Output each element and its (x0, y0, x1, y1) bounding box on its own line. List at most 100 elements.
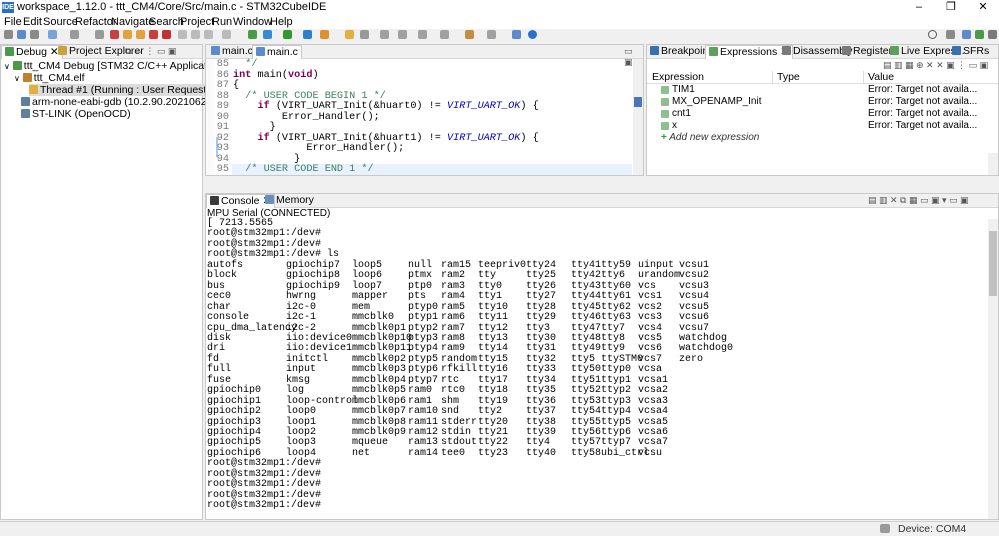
console-toolbar[interactable]: ▤ ▥ ✕ ⧉ ▦ ▭ ▣ ▾ ▭ ▣ (868, 195, 969, 206)
close-button[interactable]: ✕ (967, 0, 999, 15)
tab-sfrs-label: SFRs (963, 45, 990, 57)
next-annotation-icon[interactable] (398, 30, 407, 39)
step-return-icon[interactable] (204, 30, 213, 39)
expand-icon[interactable]: ∨ (4, 62, 10, 71)
device-status: Device: COM4 (898, 523, 967, 535)
search-toolbar-icon[interactable] (360, 30, 369, 39)
tab-sfrs[interactable]: SFRs (949, 45, 992, 58)
build-icon[interactable] (48, 30, 57, 39)
menu-navigate[interactable]: Navigate (111, 15, 154, 29)
tree-launch[interactable]: ∨ ttt_CM4 Debug [STM32 C/C++ Application… (4, 60, 224, 72)
tree-gdb-label: arm-none-eabi-gdb (10.2.90.20210621) (32, 96, 216, 108)
expressions-toolbar[interactable]: ▤ ▥ ▦ ⊕ ✕ ✕ ▣ ⋮ ▭ ▣ (883, 60, 988, 71)
code-text: int main(void) (233, 69, 319, 81)
terminal-output[interactable]: [ 7213.5565 root@stm32mp1:/dev# root@stm32… (207, 218, 987, 519)
tab-debug[interactable]: Debug ✕ (1, 45, 63, 59)
menu-window[interactable]: Window (233, 15, 272, 29)
tree-elf-label: ttt_CM4.elf (33, 72, 85, 84)
editor-scrollbar-thumb[interactable] (634, 97, 642, 107)
tab-memory[interactable]: Memory (262, 194, 317, 207)
step-over-icon[interactable] (191, 30, 200, 39)
perspective-icon[interactable] (946, 30, 955, 39)
reset-icon[interactable] (263, 30, 272, 39)
tree-thread[interactable]: Thread #1 (Running : User Request) (29, 84, 213, 96)
ls-entry: tty58 (571, 447, 602, 459)
terminate-icon[interactable] (110, 30, 119, 39)
memory-icon (265, 195, 274, 204)
tab-main-c-1[interactable]: main.c (208, 45, 256, 58)
menu-run[interactable]: Run (212, 15, 232, 29)
forward-icon[interactable] (487, 30, 496, 39)
resume-icon[interactable] (123, 30, 132, 39)
expression-name: TIM1 (672, 84, 695, 95)
tree-stlink[interactable]: ST-LINK (OpenOCD) (21, 108, 131, 120)
expression-value: Error: Target not availa... (868, 120, 978, 131)
console-scrollbar[interactable] (988, 219, 998, 519)
menu-source[interactable]: Source (43, 15, 78, 29)
expression-row[interactable]: x Error: Target not availa... (647, 120, 998, 132)
code-text: Error_Handler(); (233, 143, 405, 154)
search-icon[interactable] (928, 30, 937, 39)
expression-row[interactable]: TIM1 Error: Target not availa... (647, 84, 998, 96)
title-bar: IDE workspace_1.12.0 - ttt_CM4/Core/Src/… (0, 0, 999, 15)
open-type-icon[interactable] (345, 30, 354, 39)
editor-scrollbar[interactable] (633, 59, 643, 175)
pin-icon[interactable] (512, 30, 521, 39)
expression-row[interactable]: MX_OPENAMP_Init Error: Target not availa.… (647, 96, 998, 108)
tree-gdb[interactable]: arm-none-eabi-gdb (10.2.90.20210621) (21, 96, 216, 108)
maximize-button[interactable]: ❐ (935, 0, 967, 15)
menu-file[interactable]: File (4, 15, 22, 29)
menu-help[interactable]: Help (270, 15, 293, 29)
skip-breakpoints-icon[interactable] (95, 30, 104, 39)
add-new-expression[interactable]: + Add new expression (661, 132, 759, 144)
editor-tabbar: main.c main.c ▭ ▣ (206, 45, 643, 67)
debug-icon[interactable] (248, 30, 257, 39)
terminal-line: root@stm32mp1:/dev# (207, 500, 322, 512)
ls-entry: vcsu (638, 447, 663, 459)
menu-edit[interactable]: Edit (23, 15, 42, 29)
status-bar: Device: COM4 (0, 521, 999, 536)
external-tools-icon[interactable] (320, 30, 329, 39)
perspective-debug-icon[interactable] (975, 30, 984, 39)
prev-annotation-icon[interactable] (418, 30, 427, 39)
c-file-icon (256, 47, 265, 56)
new-icon[interactable] (4, 30, 13, 39)
disconnect-icon[interactable] (162, 30, 171, 39)
minimize-button[interactable]: – (903, 0, 935, 15)
console-scrollbar-thumb[interactable] (989, 231, 997, 296)
run-icon[interactable] (283, 30, 292, 39)
column-value[interactable]: Value (868, 71, 894, 83)
ls-entry: tty11 (478, 312, 509, 324)
refresh-icon[interactable] (70, 30, 79, 39)
registers-icon (842, 46, 851, 55)
expression-name: x (672, 120, 677, 131)
ls-entry: console (207, 312, 250, 324)
column-expression[interactable]: Expression (652, 71, 704, 83)
tree-elf[interactable]: ∨ ttt_CM4.elf (14, 72, 85, 84)
menu-project[interactable]: Project (180, 15, 214, 29)
menu-search[interactable]: Search (149, 15, 184, 29)
perspective-device-icon[interactable] (988, 30, 997, 39)
suspend-icon[interactable] (136, 30, 145, 39)
column-type[interactable]: Type (777, 71, 800, 83)
debug-launch-icon[interactable] (303, 30, 312, 39)
expression-value: Error: Target not availa... (868, 84, 978, 95)
step-into-icon[interactable] (178, 30, 187, 39)
instruction-step-icon[interactable] (222, 30, 231, 39)
device-icon (880, 524, 890, 533)
line-number: 89 (216, 101, 229, 112)
perspective-cpp-icon[interactable] (962, 30, 971, 39)
expression-row[interactable]: cnt1 Error: Target not availa... (647, 108, 998, 120)
tab-main-c-2[interactable]: main.c (252, 45, 302, 59)
debug-view-controls[interactable]: ⧉ ⇔ ⋮ ▭ ▣ (125, 46, 176, 57)
expand-icon[interactable]: ∨ (14, 74, 20, 83)
pen-icon[interactable] (380, 30, 389, 39)
last-edit-icon[interactable] (440, 30, 449, 39)
save-icon[interactable] (17, 30, 26, 39)
expressions-scrollbar[interactable] (988, 153, 998, 175)
info-icon[interactable] (528, 30, 537, 39)
back-icon[interactable] (465, 30, 474, 39)
stop-icon[interactable] (149, 30, 158, 39)
console-tabbar: Console ✕ Memory ▤ ▥ ✕ ⧉ ▦ ▭ ▣ ▾ ▭ ▣ (206, 194, 998, 208)
save-all-icon[interactable] (30, 30, 39, 39)
